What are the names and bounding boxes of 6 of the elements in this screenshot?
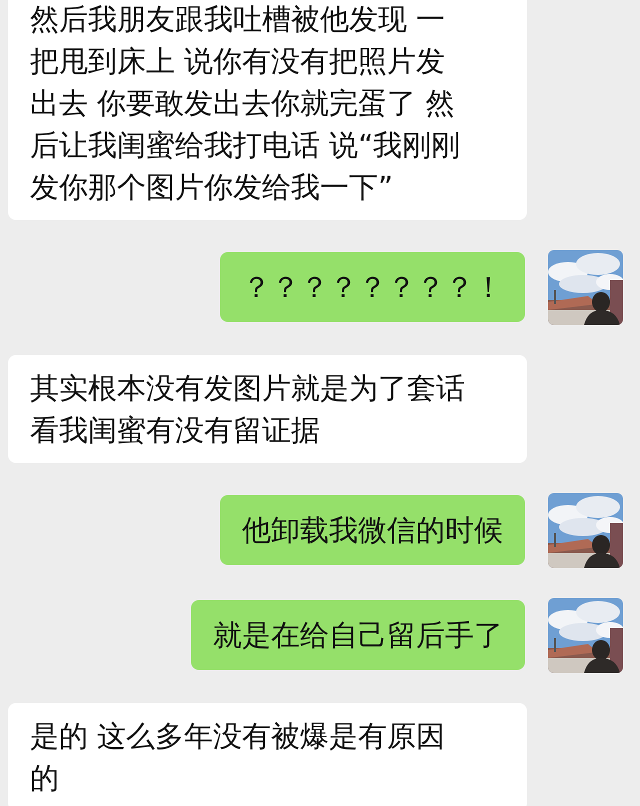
message-bubble: 他卸载我微信的时候 xyxy=(220,495,525,565)
message-bubble: 然后我朋友跟我吐槽被他发现 一把甩到床上 说你有没有把照片发出去 你要敢发出去你就完蛋了 然后让我闺蜜给我打电话 说“我刚刚发你那个图片你发给我一下” xyxy=(8,0,527,220)
message-bubble: 就是在给自己留后手了 xyxy=(191,600,525,670)
message-bubble: ？？？？？？？？！ xyxy=(220,252,525,322)
message-bubble: 是的 这么多年没有被爆是有原因的 xyxy=(8,703,527,806)
message-bubble: 其实根本没有发图片就是为了套话看我闺蜜有没有留证据 xyxy=(8,355,527,463)
